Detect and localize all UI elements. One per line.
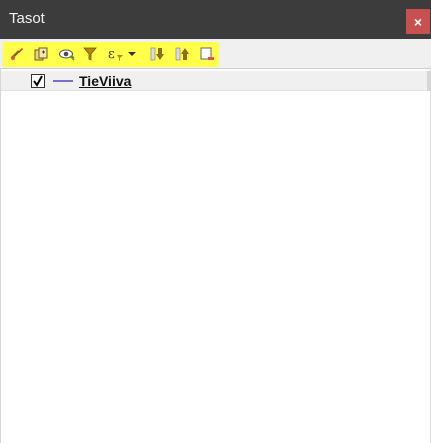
collapse-all-icon bbox=[175, 47, 189, 61]
window-titlebar: Tasot × bbox=[0, 0, 431, 39]
line-symbol-icon bbox=[53, 80, 73, 82]
svg-text:ε: ε bbox=[108, 47, 115, 62]
remove-layer-button[interactable] bbox=[196, 43, 218, 65]
filter-expression-icon: ε bbox=[108, 47, 123, 62]
style-brush-button[interactable] bbox=[6, 43, 28, 65]
visibility-button[interactable] bbox=[56, 43, 78, 65]
expand-all-icon bbox=[150, 47, 164, 61]
filter-button[interactable] bbox=[79, 43, 101, 65]
style-brush-icon bbox=[11, 48, 23, 60]
layer-tree-panel: TieViiva bbox=[0, 69, 431, 443]
collapse-all-button[interactable] bbox=[171, 43, 193, 65]
chevron-down-icon bbox=[128, 52, 136, 56]
expand-all-button[interactable] bbox=[146, 43, 168, 65]
layer-visibility-checkbox[interactable] bbox=[31, 74, 45, 88]
check-icon bbox=[33, 75, 43, 87]
filter-icon bbox=[83, 47, 97, 61]
add-group-button[interactable] bbox=[30, 43, 52, 65]
scrollbar-edge bbox=[427, 71, 430, 91]
layers-toolbar: ε bbox=[0, 39, 431, 69]
remove-layer-icon bbox=[200, 47, 214, 60]
add-group-icon bbox=[34, 47, 48, 61]
window-title: Tasot bbox=[9, 10, 45, 27]
layer-name[interactable]: TieViiva bbox=[79, 73, 131, 89]
close-button[interactable]: × bbox=[406, 9, 430, 34]
filter-expression-button[interactable]: ε bbox=[104, 43, 140, 65]
layer-row[interactable]: TieViiva bbox=[1, 71, 430, 91]
visibility-eye-icon bbox=[59, 49, 75, 61]
